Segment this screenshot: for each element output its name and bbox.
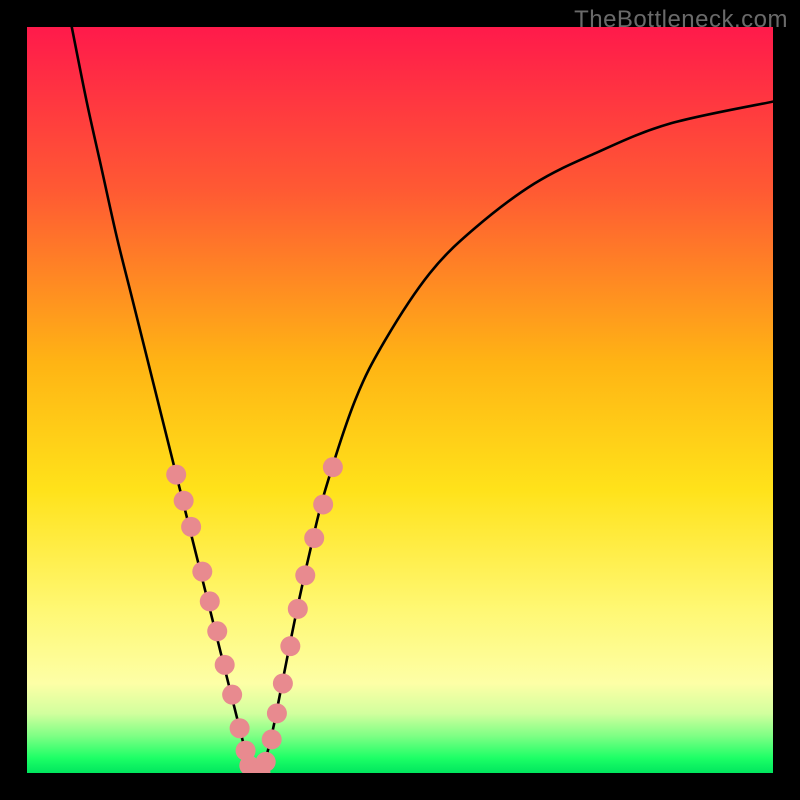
data-point: [295, 565, 315, 585]
watermark-text: TheBottleneck.com: [574, 6, 788, 34]
data-point: [174, 491, 194, 511]
data-point: [207, 621, 227, 641]
data-point: [323, 457, 343, 477]
data-point: [215, 655, 235, 675]
data-point: [304, 528, 324, 548]
data-point: [192, 562, 212, 582]
data-point: [267, 703, 287, 723]
chart-container: TheBottleneck.com: [0, 0, 800, 800]
data-point: [280, 636, 300, 656]
data-point: [288, 599, 308, 619]
data-point: [181, 517, 201, 537]
data-point: [166, 465, 186, 485]
plot-background: [27, 27, 773, 773]
bottleneck-chart: [27, 27, 773, 773]
data-point: [313, 494, 333, 514]
data-point: [200, 591, 220, 611]
data-point: [222, 685, 242, 705]
data-point: [262, 729, 282, 749]
data-point: [273, 673, 293, 693]
data-point: [230, 718, 250, 738]
data-point: [256, 752, 276, 772]
